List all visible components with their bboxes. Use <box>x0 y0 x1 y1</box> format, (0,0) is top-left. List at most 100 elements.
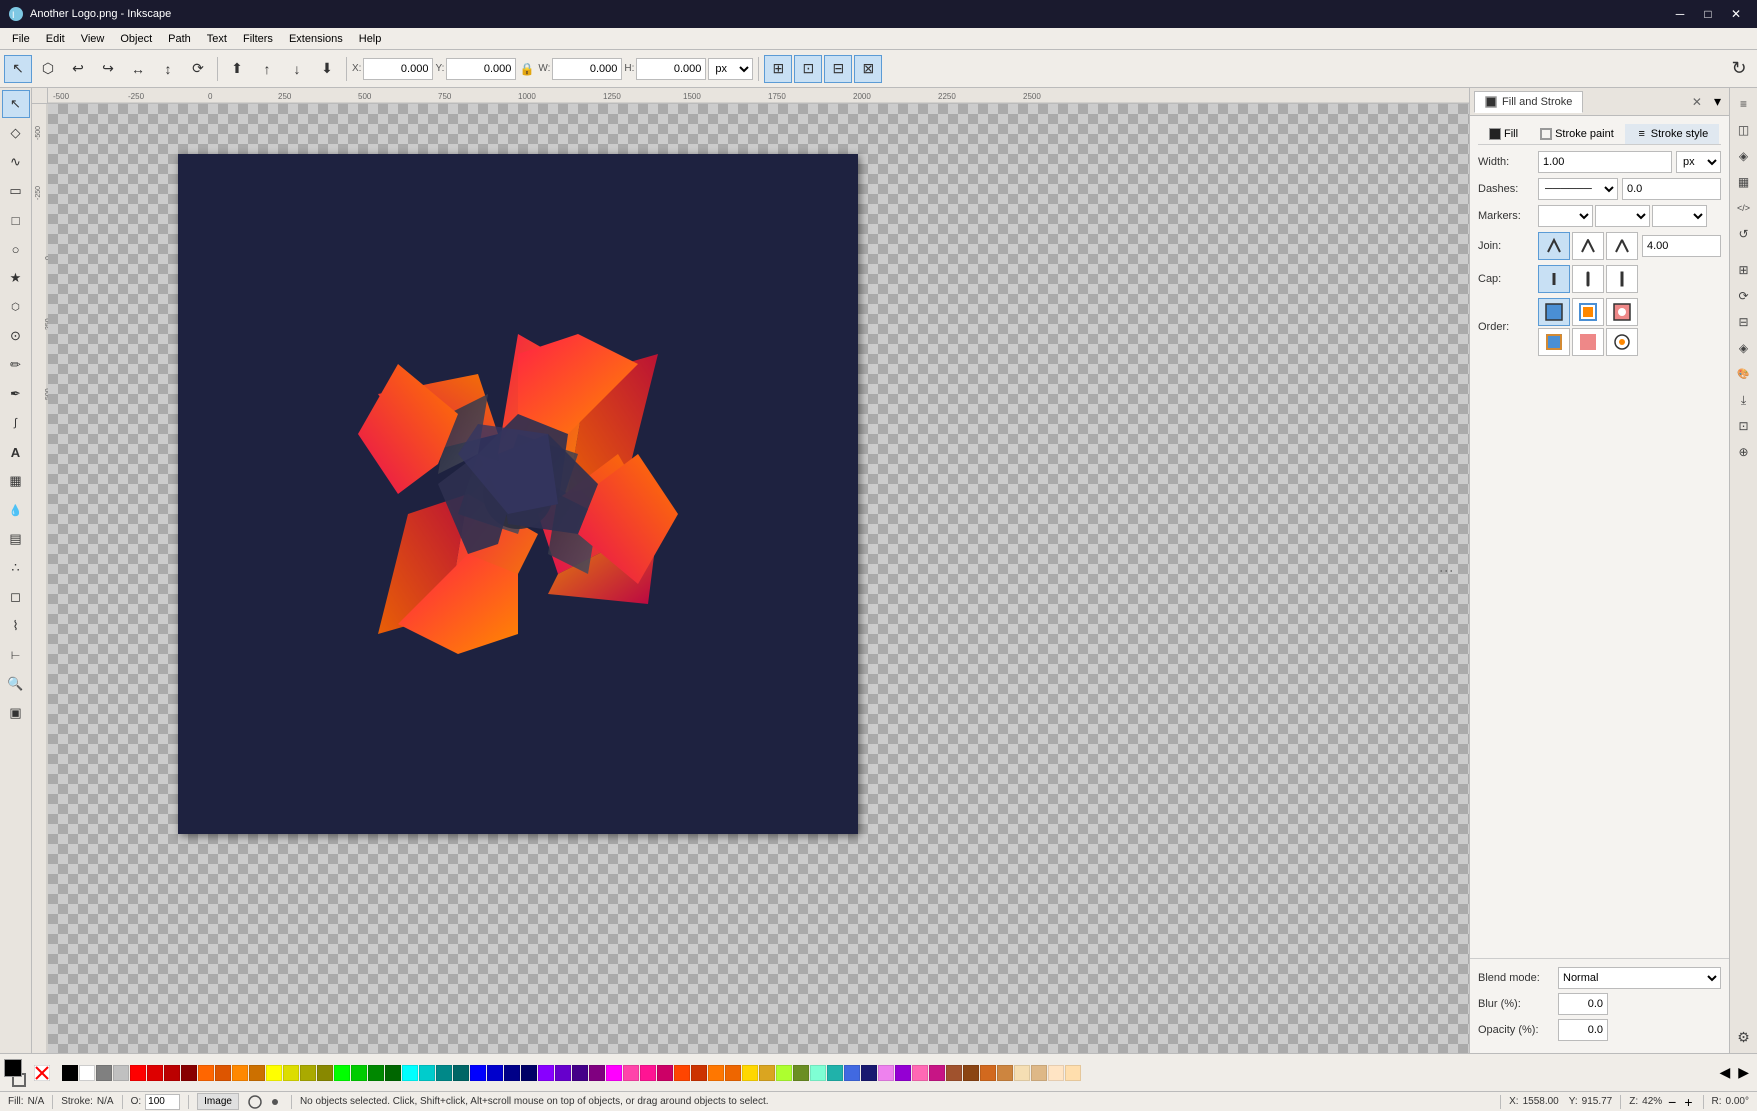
blend-mode-select[interactable]: Normal Multiply Screen Overlay <box>1558 967 1721 989</box>
image-mode-btn[interactable]: Image <box>197 1093 239 1110</box>
snap-guide-btn[interactable]: ⊟ <box>824 55 852 83</box>
paint-order-1[interactable] <box>1538 298 1570 326</box>
width-input[interactable] <box>1538 151 1672 173</box>
rectangle-tool-btn[interactable]: □ <box>2 206 30 234</box>
paint-bucket-btn[interactable]: ▤ <box>2 525 30 553</box>
rotate-cw-btn[interactable]: ↪ <box>94 55 122 83</box>
zoom-in-btn[interactable]: + <box>1682 1094 1694 1110</box>
start-marker-select[interactable] <box>1538 205 1593 227</box>
paint-order-3[interactable] <box>1606 298 1638 326</box>
round-cap-btn[interactable] <box>1572 265 1604 293</box>
fill-color-box[interactable] <box>4 1059 22 1077</box>
unit-select[interactable]: pxmmin <box>708 58 753 80</box>
x-input[interactable] <box>363 58 433 80</box>
menu-view[interactable]: View <box>73 31 113 47</box>
transform-btn[interactable]: ⟳ <box>184 55 212 83</box>
menu-help[interactable]: Help <box>351 31 390 47</box>
flip-v-btn[interactable]: ↕ <box>154 55 182 83</box>
raise-btn[interactable]: ↑ <box>253 55 281 83</box>
resize-page-btn[interactable]: ⊡ <box>1732 414 1756 438</box>
extensions-panel-btn[interactable]: ⊕ <box>1732 440 1756 464</box>
paint-order-5[interactable] <box>1572 328 1604 356</box>
connector-tool-btn[interactable]: ⌇ <box>2 612 30 640</box>
w-input[interactable] <box>552 58 622 80</box>
menu-filters[interactable]: Filters <box>235 31 281 47</box>
tweak-tool-btn[interactable]: ∿ <box>2 148 30 176</box>
bevel-join-btn[interactable] <box>1606 232 1638 260</box>
spray-tool-btn[interactable]: ∴ <box>2 554 30 582</box>
close-panel-btn[interactable]: ✕ <box>1688 95 1706 109</box>
lower-btn[interactable]: ↓ <box>283 55 311 83</box>
snap-nodes-btn[interactable]: ⊡ <box>794 55 822 83</box>
y-input[interactable] <box>446 58 516 80</box>
round-join-btn[interactable] <box>1572 232 1604 260</box>
stroke-paint-tab[interactable]: Stroke paint <box>1529 124 1625 144</box>
snap-grid-btn[interactable]: ⊠ <box>854 55 882 83</box>
close-button[interactable]: ✕ <box>1723 4 1749 24</box>
color-manager-panel-btn[interactable]: 🎨 <box>1732 362 1756 386</box>
flip-h-btn[interactable]: ↔ <box>124 55 152 83</box>
node-tool-btn[interactable]: ◇ <box>2 119 30 147</box>
eraser-tool-btn[interactable]: ◻ <box>2 583 30 611</box>
align-distribute-btn[interactable]: ⊟ <box>1732 310 1756 334</box>
swatches-panel-btn[interactable]: ▦ <box>1732 170 1756 194</box>
blur-input[interactable] <box>1558 993 1608 1015</box>
panel-menu-btn[interactable]: ▾ <box>1710 93 1725 110</box>
menu-text[interactable]: Text <box>199 31 235 47</box>
spiral-tool-btn[interactable]: ⊙ <box>2 322 30 350</box>
star-tool-btn[interactable]: ★ <box>2 264 30 292</box>
pen-tool-btn[interactable]: ✒ <box>2 380 30 408</box>
square-cap-btn[interactable] <box>1606 265 1638 293</box>
snap-toolbar-btn[interactable]: ⊞ <box>1732 258 1756 282</box>
xml-editor-btn[interactable]: </> <box>1732 196 1756 220</box>
text-tool-btn[interactable]: A <box>2 438 30 466</box>
symbols-panel-btn[interactable]: ◈ <box>1732 144 1756 168</box>
end-marker-select[interactable] <box>1652 205 1707 227</box>
objects-panel-btn[interactable]: ◫ <box>1732 118 1756 142</box>
stroke-style-tab[interactable]: ≡ Stroke style <box>1625 124 1719 144</box>
zoom-out-btn[interactable]: − <box>1666 1094 1678 1110</box>
menu-edit[interactable]: Edit <box>38 31 73 47</box>
paint-order-4[interactable] <box>1538 328 1570 356</box>
layers-panel-btn[interactable]: ≡ <box>1732 92 1756 116</box>
select-all-btn[interactable]: ⬡ <box>34 55 62 83</box>
opacity-status-input[interactable] <box>145 1094 180 1110</box>
canvas-scroll[interactable] <box>48 104 1469 1053</box>
butt-cap-btn[interactable] <box>1538 265 1570 293</box>
transform-panel-btn[interactable]: ⟳ <box>1732 284 1756 308</box>
miter-limit-input[interactable] <box>1642 235 1721 257</box>
filter-effects-panel-btn[interactable]: ◈ <box>1732 336 1756 360</box>
export-panel-btn[interactable]: ⤓ <box>1732 388 1756 412</box>
pencil-tool-btn[interactable]: ✏ <box>2 351 30 379</box>
menu-object[interactable]: Object <box>112 31 160 47</box>
paint-order-2[interactable] <box>1572 298 1604 326</box>
3d-box-tool-btn[interactable]: ⬡ <box>2 293 30 321</box>
mid-marker-select[interactable] <box>1595 205 1650 227</box>
maximize-button[interactable]: □ <box>1695 4 1721 24</box>
page-tool-btn[interactable]: ▣ <box>2 699 30 727</box>
opacity-input[interactable] <box>1558 1019 1608 1041</box>
select-transform-btn[interactable]: ↖ <box>4 55 32 83</box>
rotate-ccw-btn[interactable]: ↩ <box>64 55 92 83</box>
zoom-tool-btn[interactable]: 🔍 <box>2 670 30 698</box>
dashes-select[interactable]: ────── - - - - · · · · <box>1538 178 1618 200</box>
preferences-btn[interactable]: ⚙ <box>1732 1025 1756 1049</box>
panel-drag-handle[interactable]: ⋮ <box>1439 564 1455 578</box>
fill-stroke-tab[interactable]: Fill and Stroke <box>1474 91 1583 113</box>
lock-proportions-btn[interactable]: 🔒 <box>518 60 536 78</box>
select-tool-btn[interactable]: ↖ <box>2 90 30 118</box>
measure-tool-btn[interactable]: ⊢ <box>2 641 30 669</box>
lower-bottom-btn[interactable]: ⬇ <box>313 55 341 83</box>
h-input[interactable] <box>636 58 706 80</box>
dropper-tool-btn[interactable]: 💧 <box>2 496 30 524</box>
zoom-rect-btn[interactable]: ▭ <box>2 177 30 205</box>
dashes-offset[interactable] <box>1622 178 1721 200</box>
minimize-button[interactable]: ─ <box>1667 4 1693 24</box>
calligraphy-tool-btn[interactable]: ∫ <box>2 409 30 437</box>
width-unit-select[interactable]: pxmmpt <box>1676 151 1721 173</box>
menu-extensions[interactable]: Extensions <box>281 31 351 47</box>
raise-top-btn[interactable]: ⬆ <box>223 55 251 83</box>
paint-order-6[interactable] <box>1606 328 1638 356</box>
snap-bbox-btn[interactable]: ⊞ <box>764 55 792 83</box>
undo-history-panel-btn[interactable]: ↺ <box>1732 222 1756 246</box>
